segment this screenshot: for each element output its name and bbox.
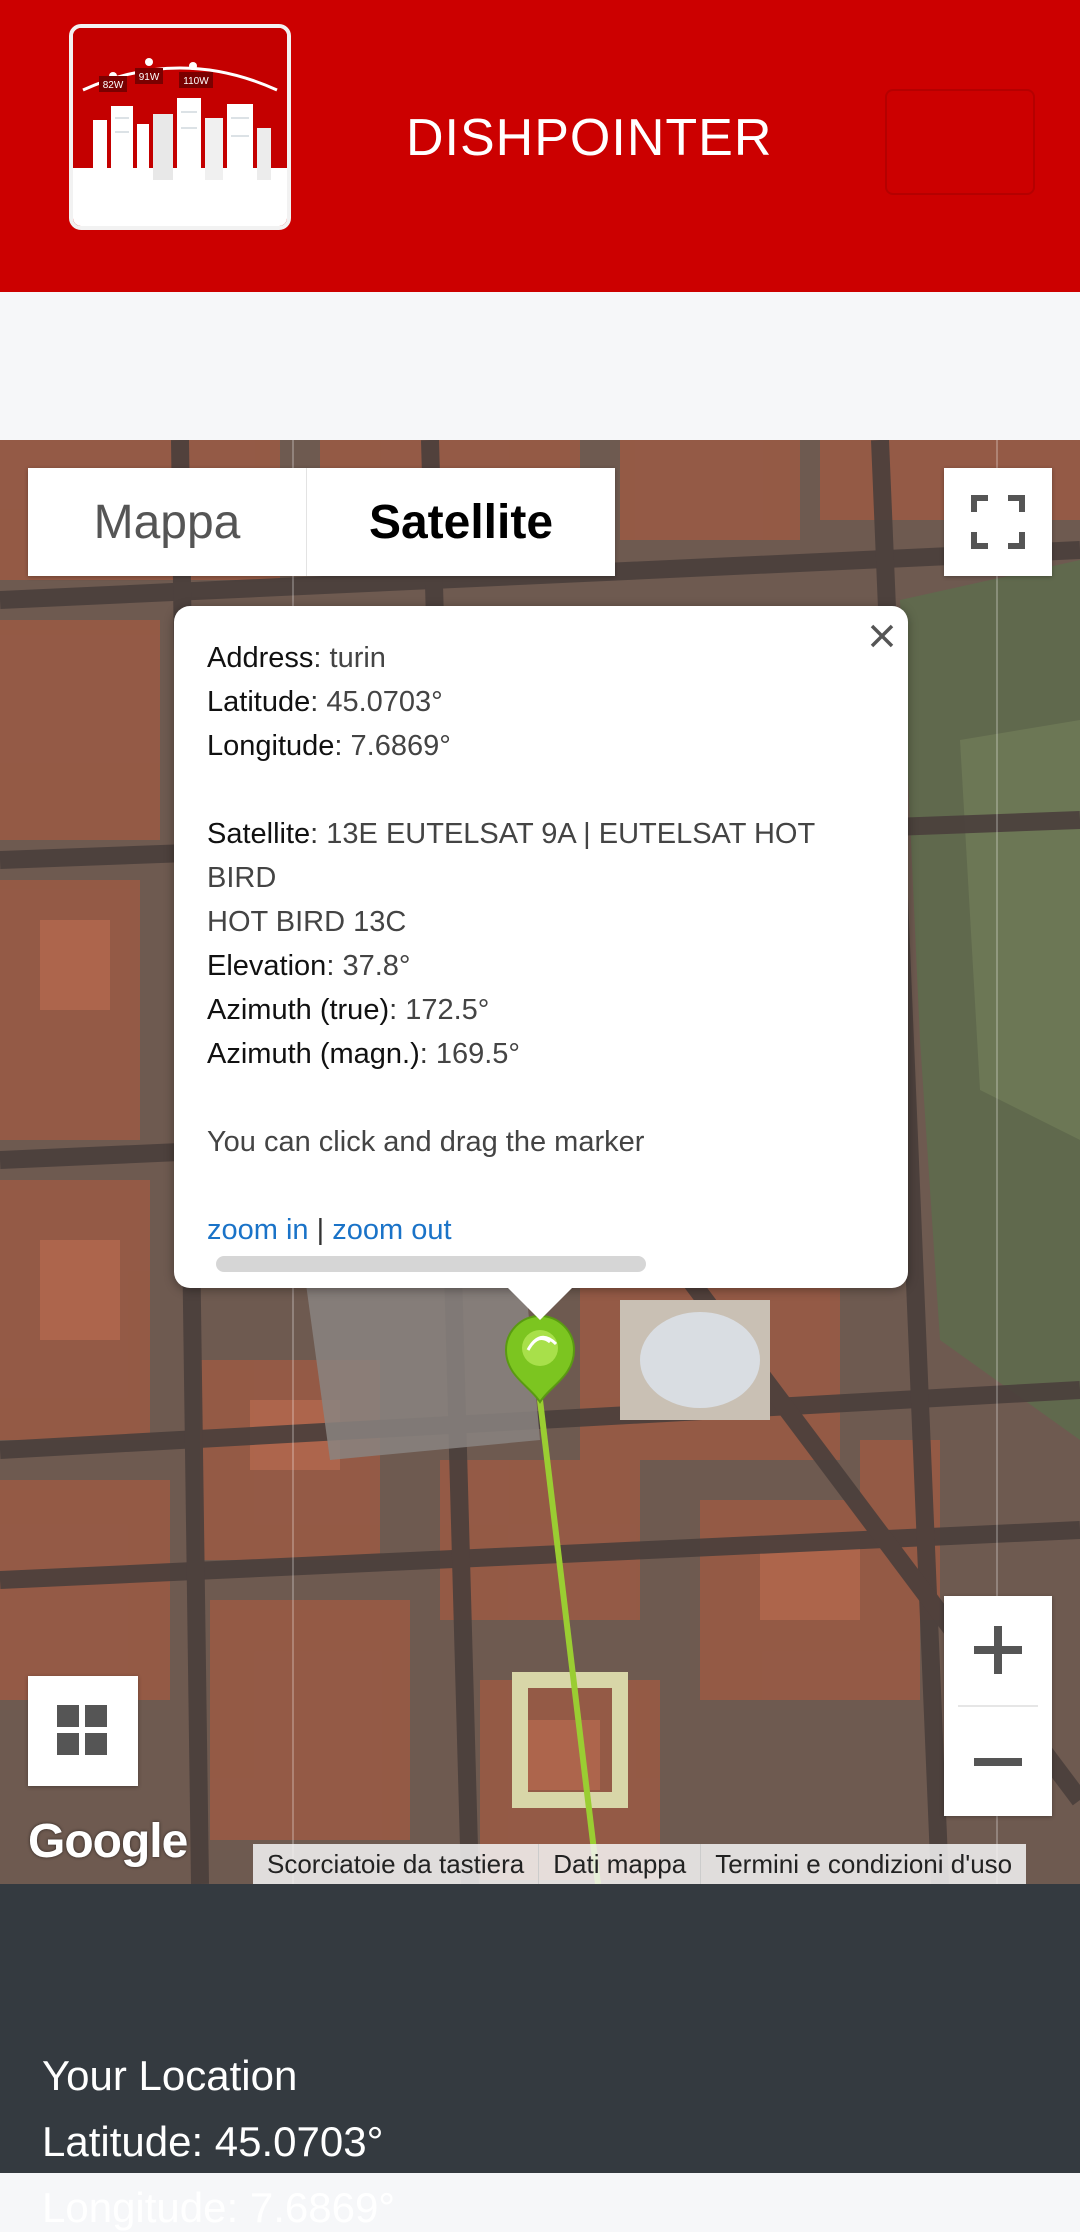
zoom-out-button[interactable]: [944, 1708, 1052, 1816]
brand-title[interactable]: DISHPOINTER: [406, 108, 772, 168]
zoom-out-link[interactable]: zoom out: [332, 1214, 451, 1246]
address-row: Address: turin: [207, 642, 386, 674]
app-header: 82W 91W 110W DISHPOINTER: [0, 0, 1080, 292]
info-window-content: Address: turin Latitude: 45.0703° Longit…: [207, 636, 867, 1252]
minus-icon: [974, 1758, 1022, 1766]
map-attribution-bar: Scorciatoie da tastiera Dati mappa Termi…: [253, 1844, 1027, 1884]
longitude-row: Longitude: 7.6869°: [207, 730, 451, 762]
dishpointer-logo[interactable]: 82W 91W 110W: [69, 24, 291, 230]
location-panel-latitude: Latitude: 45.0703°: [42, 2118, 384, 2165]
zoom-in-link[interactable]: zoom in: [207, 1214, 309, 1246]
map-type-satellite-button[interactable]: Satellite: [306, 468, 615, 576]
zoom-control: [944, 1596, 1052, 1816]
grid-icon: [57, 1705, 107, 1755]
map-data-link[interactable]: Dati mappa: [538, 1844, 700, 1884]
map-type-map-button[interactable]: Mappa: [28, 468, 306, 576]
info-window-scrollbar[interactable]: [216, 1256, 646, 1272]
map-type-control: Mappa Satellite: [28, 468, 615, 576]
logo-label-91w: 91W: [139, 72, 160, 83]
google-logo[interactable]: Google: [28, 1814, 188, 1869]
zoom-in-button[interactable]: [944, 1596, 1052, 1704]
ad-placeholder-band: [0, 292, 1080, 440]
location-panel: Your Location Latitude: 45.0703° Longitu…: [0, 1884, 1080, 2231]
logo-graphic: 82W 91W 110W: [73, 28, 287, 226]
zoom-divider: [958, 1705, 1038, 1707]
info-window: Address: turin Latitude: 45.0703° Longit…: [174, 606, 908, 1288]
fullscreen-icon: [971, 495, 1025, 549]
zoom-link-separator: |: [316, 1214, 325, 1246]
satellite-row-continued: HOT BIRD 13C: [207, 906, 407, 938]
azimuth-true-row: Azimuth (true): 172.5°: [207, 994, 490, 1026]
logo-label-82w: 82W: [103, 80, 124, 91]
layers-button[interactable]: [28, 1676, 138, 1786]
elevation-row: Elevation: 37.8°: [207, 950, 411, 982]
map-view[interactable]: Mappa Satellite Address: turin Latitude:…: [0, 440, 1080, 1884]
latitude-row: Latitude: 45.0703°: [207, 686, 443, 718]
logo-label-110w: 110W: [183, 76, 209, 87]
info-window-tail: [508, 1288, 572, 1320]
location-panel-title: Your Location: [42, 2052, 298, 2099]
satellite-row: Satellite: 13E EUTELSAT 9A | EUTELSAT HO…: [207, 818, 815, 894]
azimuth-magn-row: Azimuth (magn.): 169.5°: [207, 1038, 521, 1070]
fullscreen-button[interactable]: [944, 468, 1052, 576]
zoom-links: zoom in | zoom out: [207, 1208, 867, 1252]
keyboard-shortcuts-link[interactable]: Scorciatoie da tastiera: [253, 1844, 538, 1884]
plus-icon: [974, 1626, 1022, 1674]
terms-link[interactable]: Termini e condizioni d'uso: [700, 1844, 1026, 1884]
location-panel-longitude: Longitude: 7.6869°: [42, 2184, 396, 2231]
menu-toggle-button[interactable]: [885, 89, 1035, 195]
drag-hint-text: You can click and drag the marker: [207, 1126, 645, 1158]
